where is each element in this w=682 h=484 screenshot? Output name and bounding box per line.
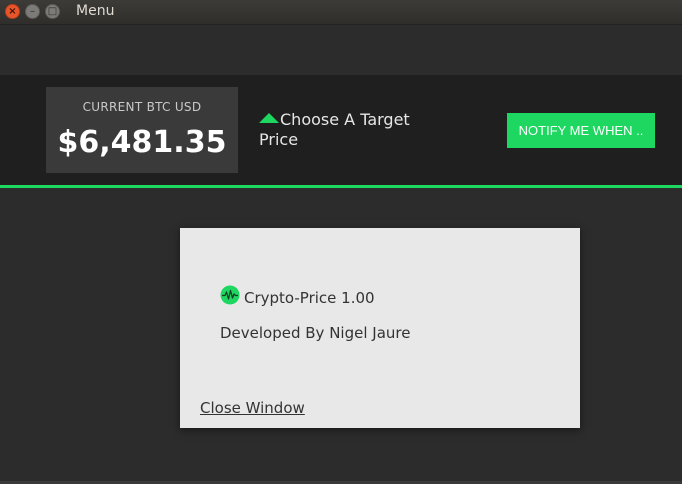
app-name-version: Crypto-Price 1.00 [244, 289, 375, 307]
target-price-prompt[interactable]: Choose A Target Price [259, 110, 429, 150]
pulse-icon [220, 285, 240, 305]
window-maximize-button[interactable]: □ [45, 4, 60, 19]
current-price-card: CURRENT BTC USD $6,481.35 [46, 87, 238, 173]
developer-credit: Developed By Nigel Jaure [220, 324, 411, 342]
window-close-button[interactable]: × [5, 4, 20, 19]
title-bar: × – □ Menu [0, 0, 682, 25]
close-window-link[interactable]: Close Window [200, 399, 305, 417]
triangle-up-icon [259, 113, 279, 123]
price-label: CURRENT BTC USD [82, 100, 202, 114]
top-spacer [0, 25, 682, 75]
price-value: $6,481.35 [57, 125, 227, 160]
target-price-text: Choose A Target Price [259, 110, 410, 149]
notify-button[interactable]: NOTIFY ME WHEN .. [507, 113, 655, 148]
window-minimize-button[interactable]: – [25, 4, 40, 19]
about-dialog: Crypto-Price 1.00 Developed By Nigel Jau… [180, 228, 580, 428]
window-title: Menu [76, 3, 115, 19]
